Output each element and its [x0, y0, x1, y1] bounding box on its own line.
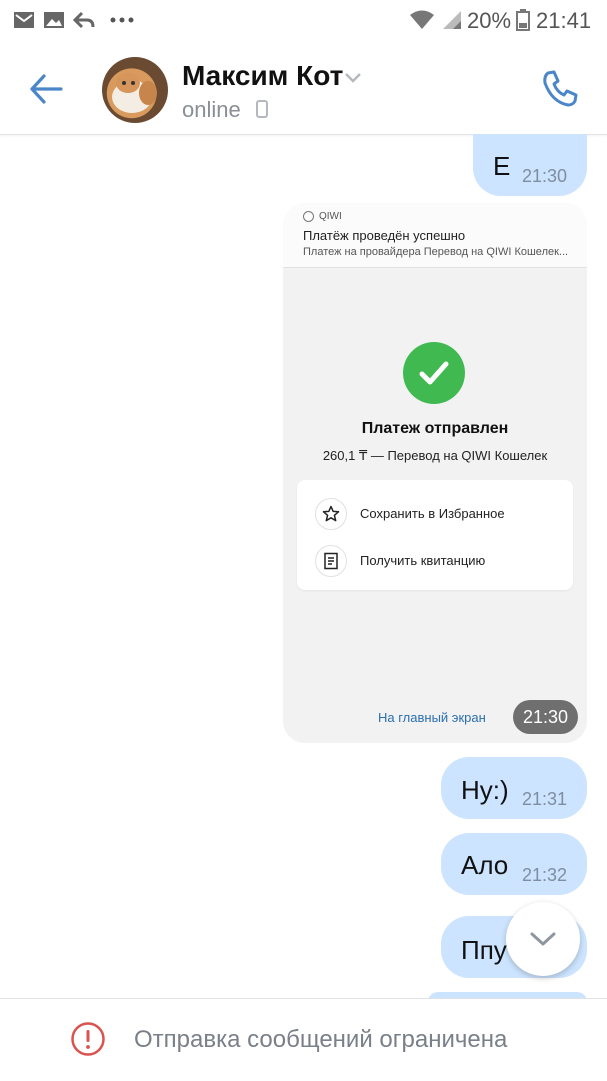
- mobile-device-icon: [256, 100, 268, 123]
- presence-status: online: [182, 97, 241, 122]
- wifi-icon: [408, 9, 436, 31]
- save-favorite-option: Сохранить в Избранное: [360, 506, 505, 521]
- home-screen-link: На главный экран: [378, 710, 486, 725]
- receipt-icon: [315, 545, 347, 577]
- message-time: 21:32: [522, 865, 568, 885]
- qiwi-logo-icon: [303, 211, 314, 222]
- back-button[interactable]: [28, 72, 68, 106]
- notification-text: Платеж на провайдера Перевод на QIWI Кош…: [303, 246, 569, 258]
- status-bar: 20% 21:41: [0, 0, 607, 42]
- clock: 21:41: [536, 8, 592, 33]
- cat-photo: [112, 73, 157, 113]
- reply-icon: [72, 9, 96, 31]
- payment-options: Сохранить в Избранное Получить квитанцию: [297, 480, 573, 590]
- qiwi-screenshot-message[interactable]: QIWI Платёж проведён успешно Платеж на п…: [283, 203, 587, 743]
- message-text: Ппу: [461, 935, 507, 965]
- message-text: Ало: [461, 850, 509, 880]
- avatar[interactable]: [102, 57, 168, 123]
- message-bubble[interactable]: Ну:) 21:31: [441, 757, 587, 819]
- contact-name[interactable]: Максим Кот: [182, 60, 343, 92]
- message-time: 21:30: [513, 700, 578, 734]
- battery-percent: 20%: [467, 8, 512, 33]
- chevron-down-icon[interactable]: [344, 71, 362, 89]
- scroll-down-button[interactable]: [506, 902, 580, 976]
- message-time: 21:30: [522, 166, 568, 186]
- notification-title: Платёж проведён успешно: [303, 228, 466, 243]
- warning-icon: [70, 1021, 106, 1057]
- message-bubble[interactable]: Е 21:30: [473, 134, 587, 196]
- message-time: 21:31: [522, 789, 568, 809]
- battery-icon: [515, 9, 531, 31]
- arrow-left-icon: [30, 74, 63, 104]
- gmail-icon: [12, 9, 36, 31]
- star-icon: [315, 498, 347, 530]
- phone-icon: [543, 70, 578, 107]
- call-button[interactable]: [540, 68, 584, 108]
- message-bubble[interactable]: Ало 21:32: [441, 833, 587, 895]
- qiwi-brand: QIWI: [319, 211, 342, 222]
- image-icon: [42, 9, 66, 31]
- more-icon: [108, 9, 136, 31]
- payment-details: 260,1 ₸ — Перевод на QIWI Кошелек: [322, 448, 548, 463]
- restriction-message: Отправка сообщений ограничена: [134, 1026, 508, 1053]
- message-text: Е: [493, 151, 511, 181]
- chevron-down-icon: [530, 932, 556, 946]
- get-receipt-option: Получить квитанцию: [360, 553, 486, 568]
- signal-icon: [440, 9, 464, 31]
- message-text: Ну:): [461, 775, 509, 805]
- payment-title: Платеж отправлен: [361, 420, 509, 437]
- success-check-icon: [403, 342, 465, 404]
